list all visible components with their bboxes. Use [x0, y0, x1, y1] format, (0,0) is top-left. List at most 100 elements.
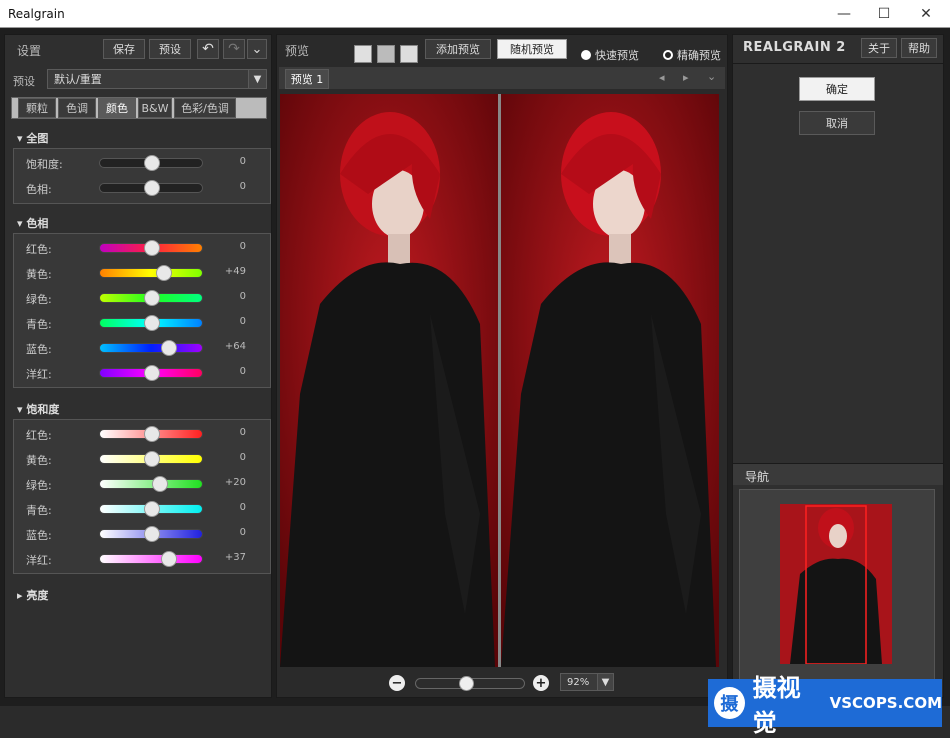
slider-knob[interactable] — [144, 501, 160, 517]
slider-knob[interactable] — [144, 365, 160, 381]
tab-grain[interactable]: 颗粒 — [18, 98, 56, 118]
slider-knob[interactable] — [144, 240, 160, 256]
slider-value: 0 — [239, 291, 246, 302]
help-button[interactable]: 帮助 — [901, 38, 937, 58]
chevron-down-icon[interactable]: ⌄ — [707, 70, 716, 83]
section-global-title: 全图 — [26, 132, 49, 145]
tab-bw[interactable]: B&W — [138, 98, 172, 118]
slider-knob[interactable] — [144, 426, 160, 442]
cancel-button[interactable]: 取消 — [799, 111, 875, 135]
slider-track[interactable] — [99, 240, 203, 256]
preview-label: 预览 — [285, 44, 310, 58]
precise-preview-radio[interactable]: 精确预览 — [663, 47, 721, 63]
slider-track[interactable] — [99, 501, 203, 517]
slider-knob[interactable] — [144, 451, 160, 467]
preview-tab-strip: 预览 1 ◂ ▸ ⌄ — [279, 67, 725, 89]
redo-icon: ↷ — [228, 41, 240, 57]
slider-row: 蓝色: 0 — [14, 524, 270, 544]
slider-value: +20 — [224, 477, 246, 488]
zoom-slider-knob[interactable] — [458, 676, 474, 691]
settings-panel: 设置 保存 预设 ↶ ↷ ⌄ 预设 默认/重置 ▼ 颗粒 色调 颜色 B&W 色… — [4, 34, 272, 698]
slider-label: 红色: — [26, 243, 52, 256]
add-preview-button[interactable]: 添加预览 — [425, 39, 491, 59]
slider-value: 0 — [239, 241, 246, 252]
redo-button[interactable]: ↷ — [223, 39, 245, 59]
navigator-label: 导航 — [745, 470, 770, 484]
zoom-select[interactable]: 92% ▼ — [560, 673, 614, 691]
maximize-button[interactable]: ☐ — [864, 0, 904, 28]
slider-track[interactable] — [99, 265, 203, 281]
chevron-right-icon[interactable]: ▸ — [683, 71, 689, 84]
watermark-text: 摄视觉 — [752, 674, 801, 737]
slider-knob[interactable] — [144, 526, 160, 542]
slider-track[interactable] — [99, 315, 203, 331]
slider-track[interactable] — [99, 526, 203, 542]
minimize-button[interactable]: — — [824, 0, 864, 28]
navigator-header: 导航 — [733, 463, 943, 485]
slider-knob[interactable] — [152, 476, 169, 492]
slider-knob[interactable] — [160, 340, 177, 356]
camera-logo-icon: 摄 — [714, 687, 745, 719]
more-button[interactable]: ⌄ — [247, 39, 267, 59]
slider-knob[interactable] — [156, 265, 173, 281]
preview-panel: 预览 添加预览 随机预览 快速预览 精确预览 预览 1 ◂ ▸ ⌄ − + 92… — [276, 34, 728, 698]
slider-row: 青色: 0 — [14, 499, 270, 519]
preset-select[interactable]: 默认/重置 ▼ — [47, 69, 267, 89]
close-button[interactable]: ✕ — [906, 0, 946, 28]
split-horizontal-icon[interactable] — [377, 45, 395, 63]
preset-select-value: 默认/重置 — [54, 73, 102, 86]
save-button[interactable]: 保存 — [103, 39, 145, 59]
tab-tone[interactable]: 色调 — [58, 98, 96, 118]
ok-button[interactable]: 确定 — [799, 77, 875, 101]
split-vertical-icon[interactable] — [400, 45, 418, 63]
slider-label: 蓝色: — [26, 529, 52, 542]
chevron-left-icon[interactable]: ◂ — [659, 71, 665, 84]
tab-tint[interactable]: 色彩/色调 — [174, 98, 236, 118]
slider-knob[interactable] — [144, 155, 160, 171]
slider-value: 0 — [239, 527, 246, 538]
slider-row: 绿色: +20 — [14, 474, 270, 494]
slider-row: 色相: 0 — [14, 178, 270, 198]
slider-row: 绿色: 0 — [14, 288, 270, 308]
undo-button[interactable]: ↶ — [197, 39, 219, 59]
zoom-slider[interactable] — [415, 676, 525, 691]
slider-knob[interactable] — [160, 551, 177, 567]
navigator-view[interactable] — [739, 489, 935, 693]
zoom-value: 92% — [567, 676, 590, 688]
section-global[interactable]: ▾ 全图 — [17, 130, 48, 146]
slider-track[interactable] — [99, 290, 203, 306]
section-brightness-title: 亮度 — [26, 589, 49, 602]
zoom-out-button[interactable]: − — [389, 675, 405, 691]
slider-knob[interactable] — [144, 315, 160, 331]
tab-preview-1[interactable]: 预览 1 — [285, 69, 329, 89]
brand-logo: REALGRAIN 2 — [743, 40, 846, 55]
slider-knob[interactable] — [144, 290, 160, 306]
slider-row: 黄色: 0 — [14, 449, 270, 469]
section-saturation[interactable]: ▾ 饱和度 — [17, 401, 59, 417]
slider-track[interactable] — [99, 180, 203, 196]
slider-track[interactable] — [99, 155, 203, 171]
random-preview-button[interactable]: 随机预览 — [497, 39, 567, 59]
slider-track[interactable] — [99, 451, 203, 467]
slider-track[interactable] — [99, 340, 203, 356]
preview-image-before — [280, 94, 498, 667]
slider-label: 青色: — [26, 318, 52, 331]
section-hue-title: 色相 — [26, 217, 49, 230]
slider-track[interactable] — [99, 551, 203, 567]
slider-track[interactable] — [99, 476, 203, 492]
section-hue[interactable]: ▾ 色相 — [17, 215, 48, 231]
slider-knob[interactable] — [144, 180, 160, 196]
slider-label: 黄色: — [26, 454, 52, 467]
window-title: Realgrain — [8, 7, 65, 21]
section-brightness[interactable]: ▸ 亮度 — [17, 587, 48, 603]
about-button[interactable]: 关于 — [861, 38, 897, 58]
slider-track[interactable] — [99, 365, 203, 381]
slider-value: 0 — [239, 156, 246, 167]
presets-button[interactable]: 预设 — [149, 39, 191, 59]
single-view-icon[interactable] — [354, 45, 372, 63]
fast-preview-radio[interactable]: 快速预览 — [581, 47, 639, 63]
zoom-in-button[interactable]: + — [533, 675, 549, 691]
preview-image-after — [501, 94, 719, 667]
tab-color[interactable]: 颜色 — [98, 98, 136, 118]
slider-track[interactable] — [99, 426, 203, 442]
